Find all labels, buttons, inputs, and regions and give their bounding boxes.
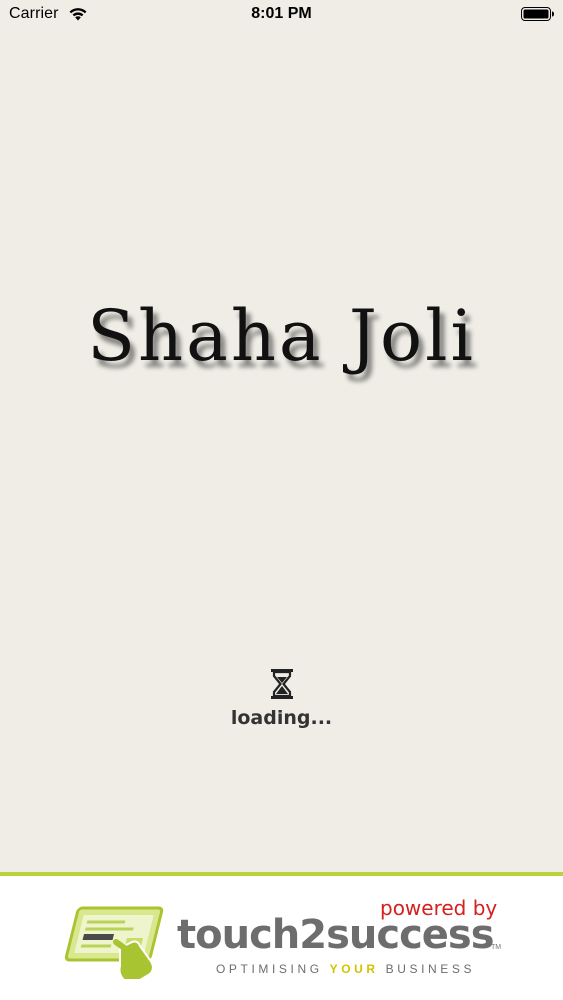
loading-indicator: loading...: [0, 668, 563, 729]
powered-by-banner: powered by touch2success TM OPTIMISING Y…: [0, 872, 563, 1000]
tagline-start: OPTIMISING: [216, 962, 330, 976]
status-bar: Carrier 8:01 PM: [0, 0, 563, 30]
tablet-hand-icon: [60, 902, 172, 982]
touch2success-wordmark: touch2success: [177, 912, 495, 958]
trademark-mark: TM: [491, 944, 502, 951]
loading-text: loading...: [230, 707, 333, 729]
status-time: 8:01 PM: [251, 5, 312, 22]
restaurant-logo: Shaha Joli: [87, 295, 476, 377]
tagline-highlight: YOUR: [329, 962, 379, 976]
splash-screen: Carrier 8:01 PM Shaha Joli loading... po…: [0, 0, 563, 1000]
tagline: OPTIMISING YOUR BUSINESS: [216, 962, 475, 976]
footer-divider: [0, 872, 563, 876]
battery-icon: [521, 7, 555, 21]
hourglass-icon: [269, 668, 295, 700]
tagline-end: BUSINESS: [378, 962, 476, 976]
